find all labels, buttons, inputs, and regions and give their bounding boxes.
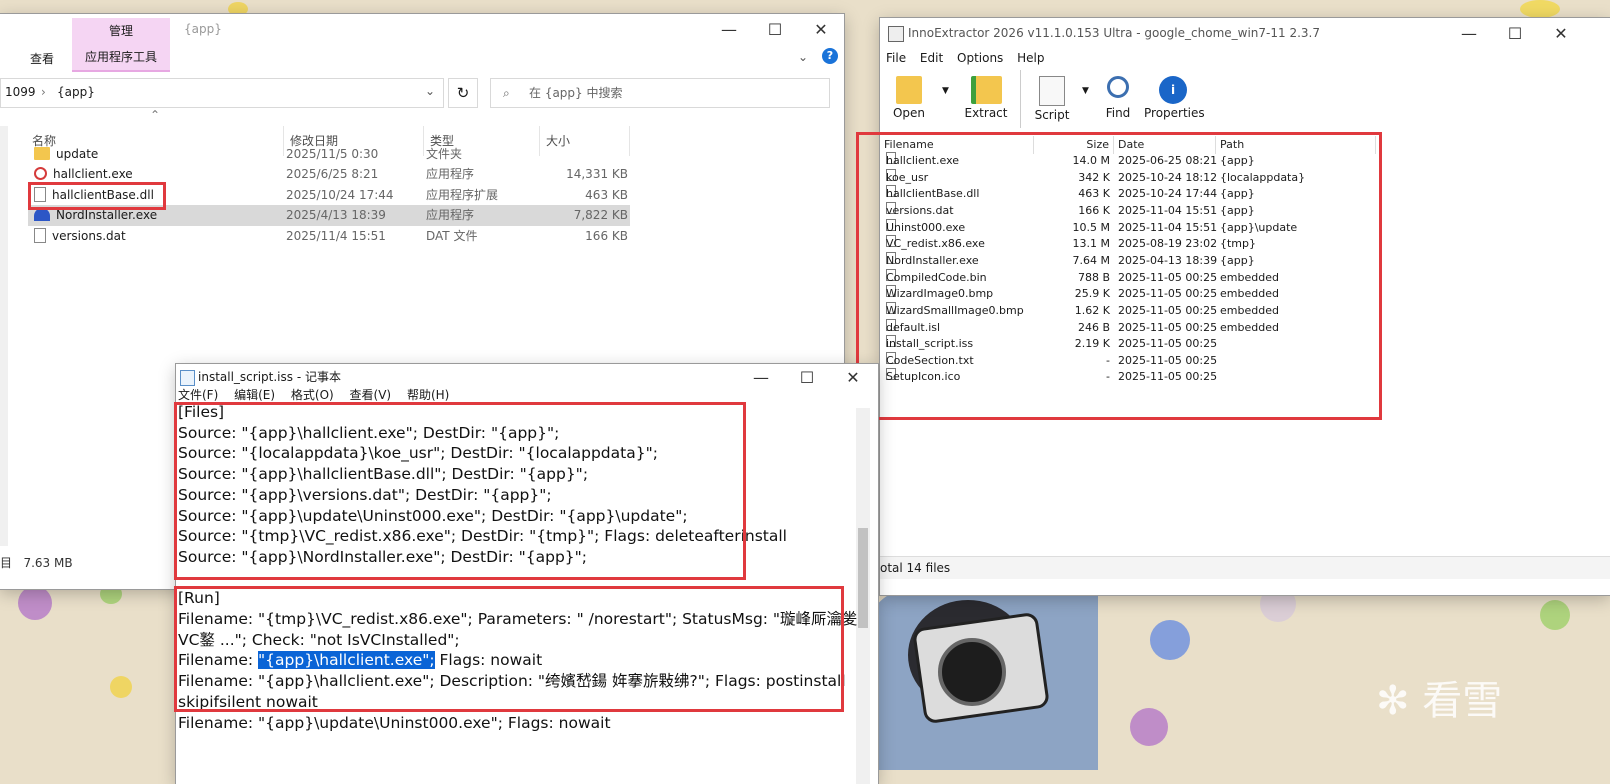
sort-arrow-icon: ⌃ [150, 108, 161, 122]
file-row[interactable]: update 2025/11/5 0:30 文件夹 [28, 144, 630, 165]
script-button[interactable]: Script [1024, 76, 1080, 122]
text-line: [Files] [178, 403, 225, 421]
menu-file[interactable]: File [886, 51, 906, 65]
magnifier-icon [1107, 76, 1129, 98]
vertical-scrollbar[interactable] [856, 408, 870, 784]
extract-folder-icon [970, 76, 1002, 104]
text-line: Source: "{app}\hallclientBase.dll"; Dest… [178, 465, 589, 484]
minimize-icon[interactable]: — [1446, 18, 1492, 50]
address-bar[interactable]: 1099 › {app} ⌄ [0, 78, 444, 108]
window-title: InnoExtractor 2026 v11.1.0.153 Ultra - g… [908, 26, 1320, 40]
nord-icon [34, 208, 50, 221]
file-row-selected[interactable]: NordInstaller.exe 2025/4/13 18:39 应用程序 7… [28, 205, 630, 226]
search-placeholder: 在 {app} 中搜索 [529, 86, 623, 100]
text-line: Source: "{tmp}\VC_redist.x86.exe"; DestD… [178, 527, 787, 546]
close-icon[interactable]: ✕ [1538, 18, 1584, 50]
text-line: [Run] [178, 589, 220, 608]
menu-file[interactable]: 文件(F) [178, 388, 218, 402]
breadcrumb-current[interactable]: {app} [57, 85, 95, 99]
text-line: Source: "{app}\hallclient.exe"; DestDir:… [178, 423, 560, 442]
text-line: Source: "{app}\NordInstaller.exe"; DestD… [178, 547, 587, 566]
text-line: Filename: "{app}\hallclient.exe"; Descri… [178, 672, 846, 691]
dll-icon [34, 187, 46, 202]
menu-edit[interactable]: 编辑(E) [234, 388, 275, 402]
extract-button[interactable]: Extract [956, 76, 1016, 120]
text-line: VC鐜 ..."; Check: "not IsVCInstalled"; [178, 630, 460, 649]
search-input[interactable]: ⌕ 在 {app} 中搜索 [490, 78, 830, 108]
menu-format[interactable]: 格式(O) [291, 388, 334, 402]
script-dropdown-icon[interactable]: ▼ [1082, 86, 1089, 96]
watermark: ✻ 看雪 [1376, 678, 1503, 724]
folder-icon [34, 147, 50, 160]
cartoon-image [868, 590, 1098, 770]
refresh-button[interactable]: ↻ [448, 78, 478, 108]
info-icon: i [1159, 76, 1187, 104]
menu-help[interactable]: 帮助(H) [407, 388, 449, 402]
menu-options[interactable]: Options [957, 51, 1003, 65]
window-title: install_script.iss - 记事本 [198, 370, 341, 384]
find-button[interactable]: Find [1096, 76, 1140, 120]
selected-text[interactable]: "{app}\hallclient.exe"; [258, 651, 435, 670]
file-icon [34, 228, 46, 243]
folder-open-icon [896, 76, 922, 104]
status-bar: 目 7.63 MB [0, 556, 73, 570]
toolbar-separator [1020, 70, 1021, 128]
breadcrumb-separator-icon: › [41, 85, 46, 99]
notepad-icon [180, 370, 195, 386]
ribbon-tab-manage[interactable]: 管理 [72, 18, 170, 44]
menu-bar: 文件(F) 编辑(E) 格式(O) 查看(V) 帮助(H) [178, 386, 449, 403]
breadcrumb-parent[interactable]: 1099 [5, 85, 36, 99]
close-icon[interactable]: ✕ [798, 14, 844, 46]
help-icon[interactable]: ? [822, 48, 838, 64]
ribbon-expand-icon[interactable]: ⌄ [798, 50, 808, 64]
chevron-down-icon[interactable]: ⌄ [425, 84, 435, 98]
menu-bar: File Edit Options Help [886, 51, 1045, 65]
notepad-window: install_script.iss - 记事本 — ☐ ✕ 文件(F) 编辑(… [176, 364, 878, 784]
app-exe-icon [34, 167, 47, 180]
text-line: Filename: "{tmp}\VC_redist.x86.exe"; Par… [178, 610, 858, 628]
innoextractor-window: InnoExtractor 2026 v11.1.0.153 Ultra - g… [856, 18, 1610, 595]
maximize-icon[interactable]: ☐ [752, 14, 798, 46]
text-line: Filename: "{app}\update\Uninst000.exe"; … [178, 713, 611, 732]
text-editor[interactable]: [Files] Source: "{app}\hallclient.exe"; … [176, 402, 858, 784]
text-line: Source: "{app}\update\Uninst000.exe"; De… [178, 506, 688, 525]
text-line: Source: "{localappdata}\koe_usr"; DestDi… [178, 444, 658, 463]
ribbon-tab-view[interactable]: 查看 [30, 50, 54, 67]
status-bar: otal 14 files [880, 556, 1610, 579]
minimize-icon[interactable]: — [738, 364, 784, 392]
maximize-icon[interactable]: ☐ [1492, 18, 1538, 50]
open-dropdown-icon[interactable]: ▼ [942, 86, 949, 96]
close-icon[interactable]: ✕ [830, 364, 876, 392]
menu-edit[interactable]: Edit [920, 51, 943, 65]
open-button[interactable]: Open [884, 76, 934, 120]
file-row[interactable]: hallclientBase.dll 2025/10/24 17:44 应用程序… [28, 185, 630, 206]
script-icon [1039, 76, 1065, 106]
file-row[interactable]: hallclient.exe 2025/6/25 8:21 应用程序 14,33… [28, 164, 630, 185]
app-icon [888, 26, 904, 42]
menu-view[interactable]: 查看(V) [350, 388, 392, 402]
left-scrollbar[interactable] [0, 126, 8, 546]
file-row[interactable]: versions.dat 2025/11/4 15:51 DAT 文件 166 … [28, 226, 630, 247]
window-title: {app} [184, 22, 222, 36]
maximize-icon[interactable]: ☐ [784, 364, 830, 392]
ribbon-tab-app-tools[interactable]: 应用程序工具 [72, 44, 170, 72]
minimize-icon[interactable]: — [706, 14, 752, 46]
menu-help[interactable]: Help [1017, 51, 1044, 65]
properties-button[interactable]: i Properties [1144, 76, 1205, 120]
text-line: skipifsilent nowait [178, 692, 318, 711]
text-line-with-selection: Filename: "{app}\hallclient.exe"; Flags:… [178, 651, 543, 670]
text-line: Source: "{app}\versions.dat"; DestDir: "… [178, 485, 552, 504]
search-icon: ⌕ [503, 86, 510, 100]
